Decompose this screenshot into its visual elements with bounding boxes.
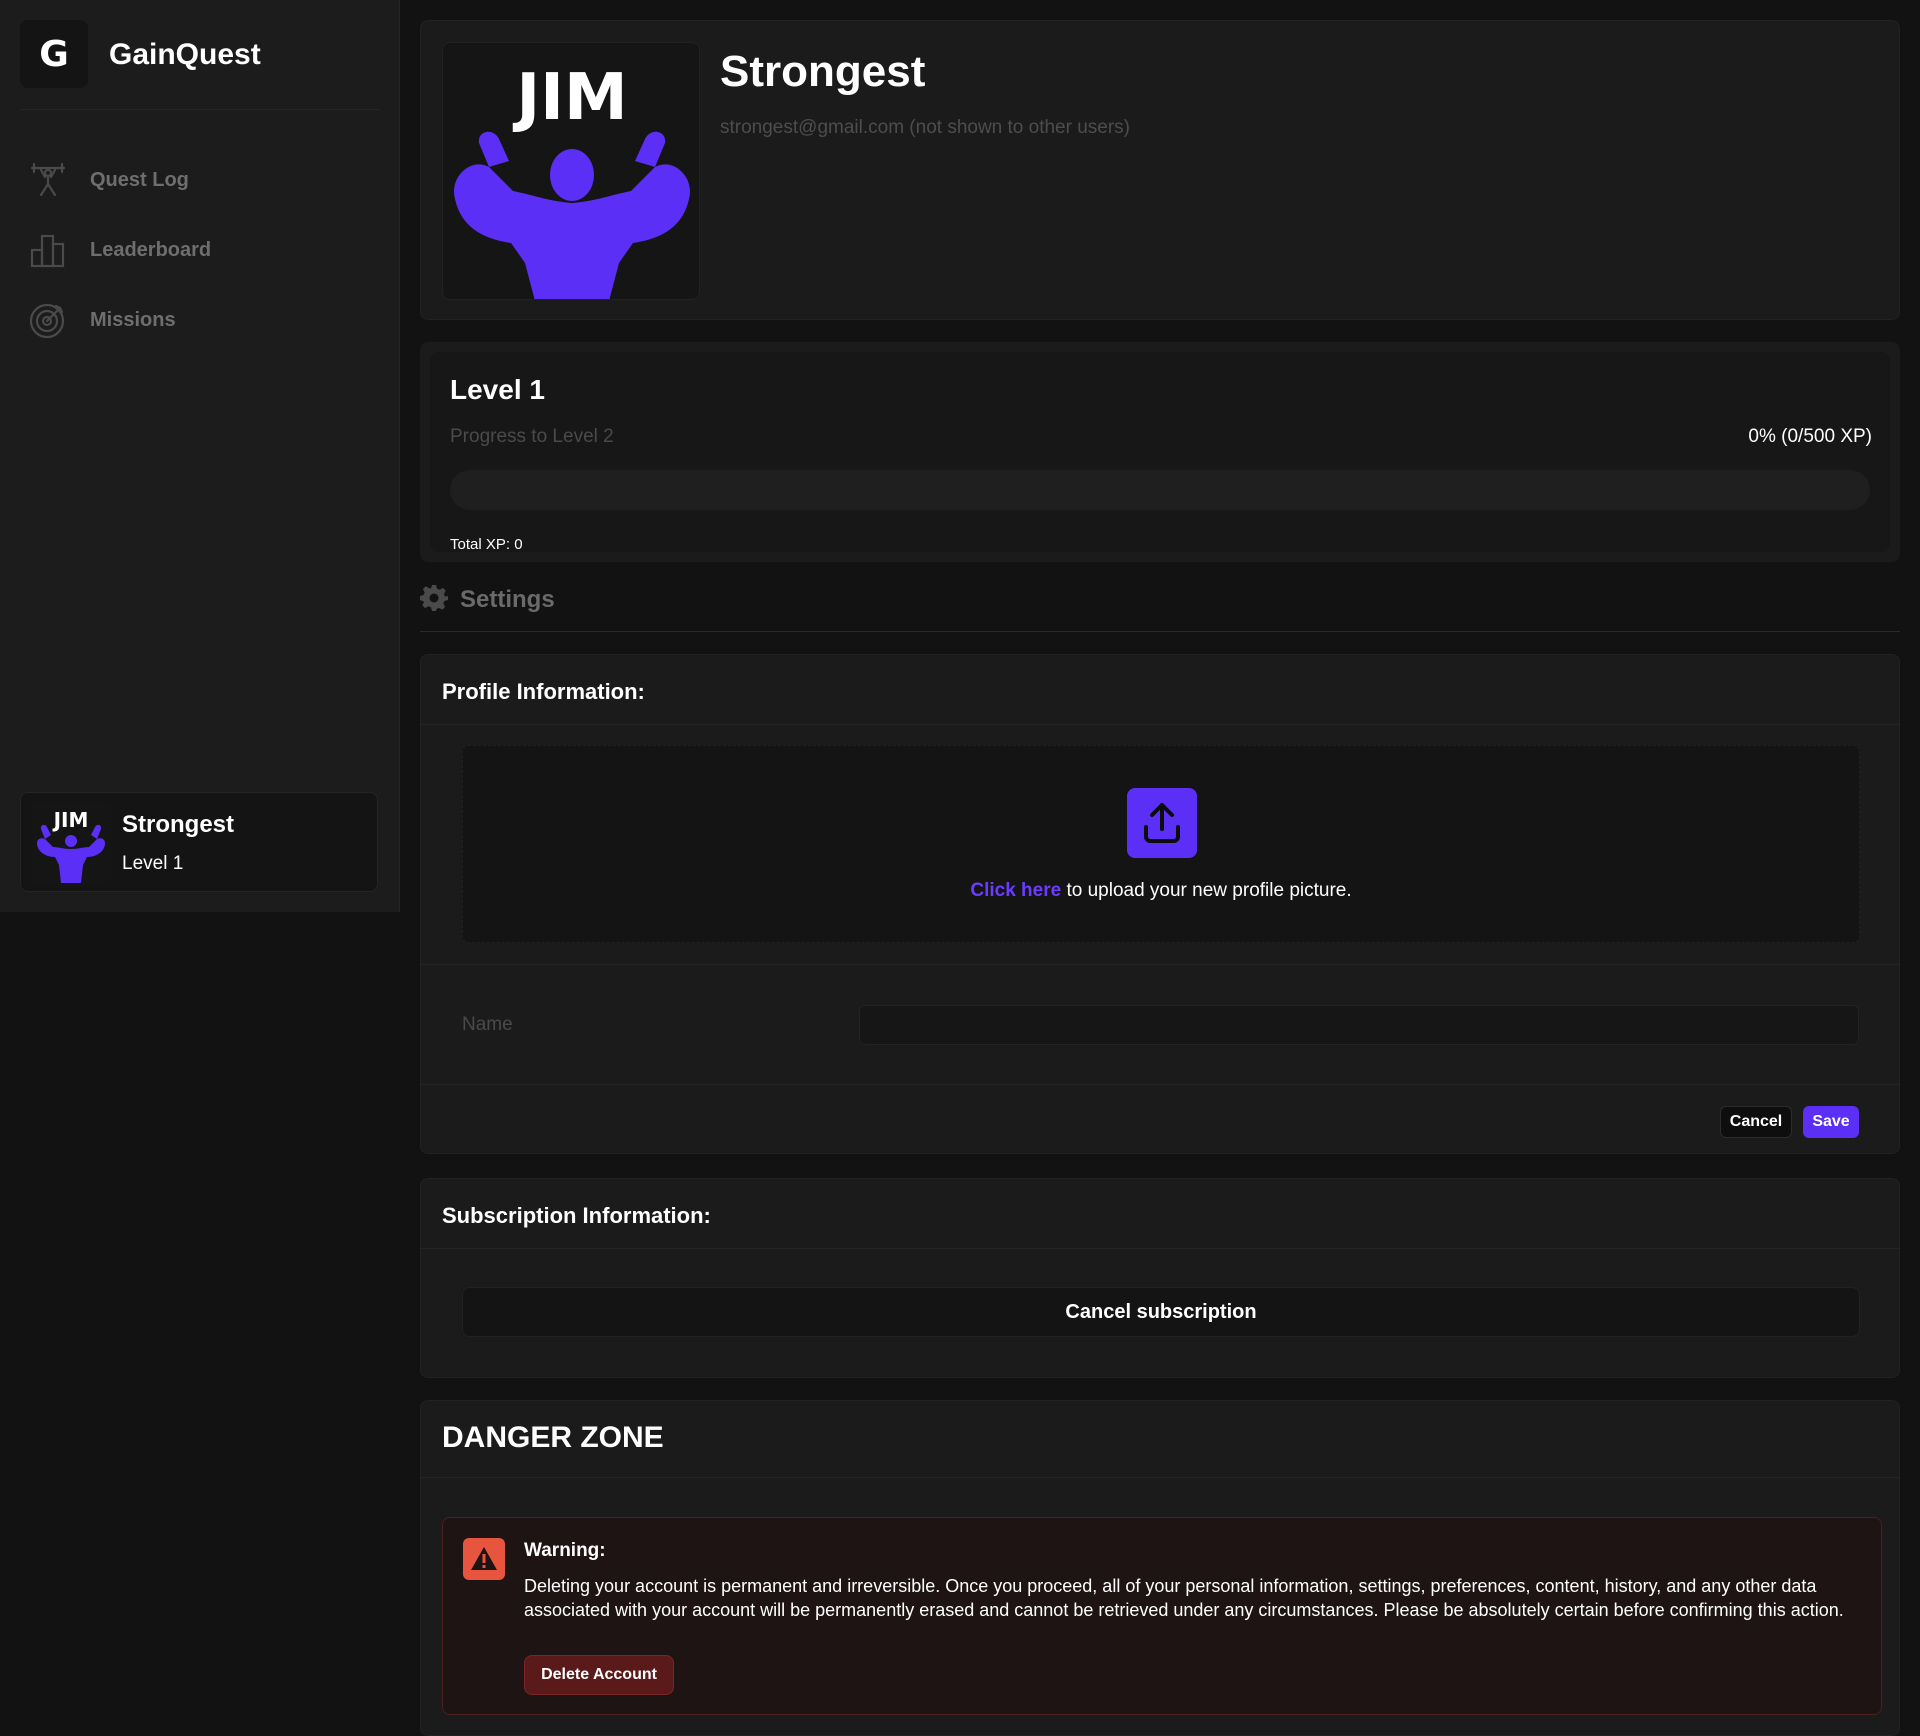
sidebar-item-label: Quest Log	[90, 168, 189, 191]
user-level: Level 1	[122, 853, 184, 874]
warning-icon	[463, 1538, 505, 1580]
profile-name: Strongest	[720, 47, 926, 96]
sidebar-nav: Quest Log Leaderboard Missions	[28, 160, 211, 370]
profile-card: JIM Strongest strongest@gmail.com (not s…	[420, 20, 1900, 320]
avatar-text: JIM	[52, 808, 89, 832]
danger-zone-title: DANGER ZONE	[442, 1421, 664, 1454]
user-name: Strongest	[122, 811, 235, 838]
divider	[421, 1084, 1899, 1085]
warning-title: Warning:	[524, 1540, 606, 1561]
divider	[421, 964, 1899, 965]
profile-avatar: JIM	[442, 42, 700, 300]
upload-dropzone[interactable]: Click here to upload your new profile pi…	[462, 745, 1860, 943]
sidebar-item-label: Missions	[90, 308, 176, 331]
app-root: G GainQuest Quest Log Leaderboard Missio…	[0, 0, 1920, 1736]
avatar: JIM	[31, 803, 111, 883]
cancel-subscription-button[interactable]: Cancel subscription	[462, 1287, 1860, 1337]
profile-avatar-text: JIM	[512, 61, 627, 135]
level-card: Level 1 Progress to Level 2 0% (0/500 XP…	[420, 342, 1900, 562]
gear-icon	[420, 585, 448, 611]
progress-label: Progress to Level 2	[450, 426, 614, 447]
warning-box: Warning: Deleting your account is perman…	[442, 1517, 1882, 1715]
user-card[interactable]: JIM Strongest Level 1	[20, 792, 378, 892]
avatar-bodybuilder-icon: JIM	[37, 808, 105, 883]
divider	[421, 724, 1899, 725]
upload-text: Click here to upload your new profile pi…	[463, 880, 1859, 902]
total-xp: Total XP: 0	[450, 536, 523, 553]
save-button[interactable]: Save	[1803, 1106, 1859, 1138]
upload-instructions: to upload your new profile picture.	[1061, 880, 1352, 901]
cancel-button[interactable]: Cancel	[1720, 1106, 1792, 1138]
brand-name: GainQuest	[109, 38, 261, 71]
progress-value: 0% (0/500 XP)	[1748, 426, 1872, 447]
level-panel: Level 1 Progress to Level 2 0% (0/500 XP…	[430, 352, 1890, 553]
brand[interactable]: G GainQuest	[20, 20, 380, 110]
upload-icon	[1127, 788, 1197, 858]
warning-text: Deleting your account is permanent and i…	[524, 1576, 1844, 1620]
avatar-bodybuilder-icon: JIM	[453, 61, 691, 299]
target-icon	[29, 303, 65, 339]
subscription-card: Subscription Information: Cancel subscri…	[420, 1178, 1900, 1378]
profile-email: strongest@gmail.com (not shown to other …	[720, 117, 1131, 138]
profile-information-card: Profile Information: Click here to uploa…	[420, 654, 1900, 1154]
subscription-title: Subscription Information:	[442, 1203, 711, 1228]
sidebar-item-quest-log[interactable]: Quest Log	[28, 160, 211, 200]
upload-link[interactable]: Click here	[970, 880, 1061, 901]
divider	[421, 1248, 1899, 1249]
sidebar-item-missions[interactable]: Missions	[28, 300, 211, 340]
divider	[421, 1477, 1899, 1478]
brand-logo: G	[20, 20, 88, 88]
sidebar: G GainQuest Quest Log Leaderboard Missio…	[0, 0, 400, 912]
name-input[interactable]	[859, 1005, 1859, 1045]
level-title: Level 1	[450, 374, 545, 405]
profile-information-title: Profile Information:	[442, 679, 645, 704]
danger-zone-card: DANGER ZONE Warning: Deleting your accou…	[420, 1400, 1900, 1736]
sidebar-item-label: Leaderboard	[90, 238, 212, 261]
sidebar-item-leaderboard[interactable]: Leaderboard	[28, 230, 211, 270]
weightlifter-icon	[30, 162, 66, 197]
delete-account-button[interactable]: Delete Account	[524, 1655, 674, 1695]
settings-header: Settings	[420, 580, 1900, 632]
name-label: Name	[462, 1014, 513, 1035]
xp-progress-bar	[450, 470, 1870, 510]
settings-title: Settings	[460, 586, 555, 613]
bar-chart-icon	[30, 234, 65, 268]
